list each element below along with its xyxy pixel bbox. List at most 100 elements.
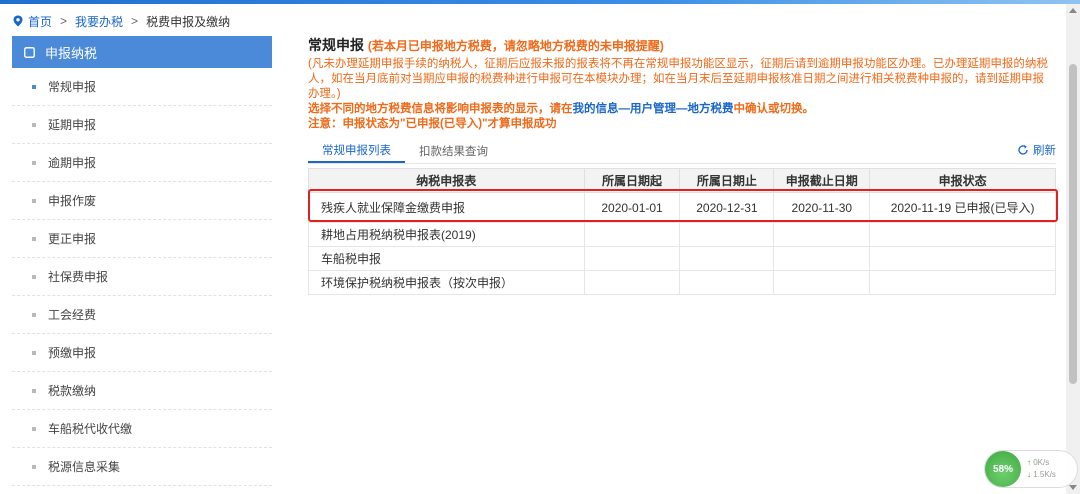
bullet-icon bbox=[32, 122, 36, 127]
breadcrumb-current: 税费申报及缴纳 bbox=[146, 14, 231, 29]
sidebar-item-label: 税源信息采集 bbox=[48, 460, 121, 474]
tab-deduction-result-query[interactable]: 扣款结果查询 bbox=[405, 139, 502, 163]
table-row[interactable]: 耕地占用税纳税申报表(2019) bbox=[308, 222, 1056, 247]
memory-usage-ball: 58% bbox=[985, 451, 1021, 487]
bullet-icon bbox=[32, 350, 36, 355]
filing-status-note: 注意：申报状态为"已申报(已导入)"才算申报成功 bbox=[308, 118, 557, 130]
upload-speed: 0K/s bbox=[1033, 458, 1050, 467]
sidebar-item-label: 税款缴纳 bbox=[48, 384, 97, 398]
sidebar-item-label: 预缴申报 bbox=[48, 346, 97, 360]
sidebar-item-label: 社保费申报 bbox=[48, 270, 109, 284]
sidebar-item-label: 逾期申报 bbox=[48, 156, 97, 170]
form-name-cell[interactable]: 残疾人就业保障金缴费申报 bbox=[308, 192, 585, 223]
breadcrumb-separator: > bbox=[131, 14, 139, 28]
tab-regular-filing-list[interactable]: 常规申报列表 bbox=[308, 139, 405, 163]
sidebar-header[interactable]: 申报纳税 bbox=[12, 36, 272, 68]
scrollbar-thumb[interactable] bbox=[1069, 64, 1077, 384]
scroll-up-icon[interactable] bbox=[1069, 8, 1077, 13]
deadline-cell bbox=[773, 246, 871, 271]
main-content: 常规申报 (若本月已申报地方税费，请忽略地方税费的未申报提醒) (凡未办理延期申… bbox=[308, 36, 1056, 295]
sidebar-item-label: 延期申报 bbox=[48, 118, 97, 132]
warning-text: 中确认或切换。 bbox=[733, 103, 815, 115]
sidebar-item-label: 申报作废 bbox=[48, 194, 97, 208]
table-header-row: 纳税申报表 所属日期起 所属日期止 申报截止日期 申报状态 bbox=[308, 168, 1056, 193]
column-header: 所属日期止 bbox=[679, 168, 775, 193]
period-end-cell: 2020-12-31 bbox=[679, 192, 775, 223]
table-row[interactable]: 车船税申报 bbox=[308, 246, 1056, 271]
period-start-cell bbox=[583, 222, 681, 247]
bullet-icon bbox=[32, 198, 36, 203]
status-cell: 2020-11-19 已申报(已导入) bbox=[869, 192, 1056, 223]
sidebar-item-social-insurance[interactable]: 社保费申报 bbox=[12, 258, 272, 296]
status-cell bbox=[869, 246, 1056, 271]
bullet-icon bbox=[32, 312, 36, 317]
sidebar-item-label: 更正申报 bbox=[48, 232, 97, 246]
location-pin-icon bbox=[13, 15, 23, 27]
tab-bar: 常规申报列表 扣款结果查询 刷新 bbox=[308, 138, 1056, 164]
bullet-icon bbox=[32, 464, 36, 469]
sidebar-item-union-fee[interactable]: 工会经费 bbox=[12, 296, 272, 334]
refresh-icon bbox=[1018, 145, 1028, 155]
deadline-cell bbox=[773, 270, 871, 295]
vertical-scrollbar[interactable] bbox=[1066, 4, 1080, 494]
refresh-button[interactable]: 刷新 bbox=[1017, 142, 1056, 158]
sidebar-item-tax-payment[interactable]: 税款缴纳 bbox=[12, 372, 272, 410]
scroll-down-icon[interactable] bbox=[1069, 485, 1077, 490]
column-header: 申报截止日期 bbox=[773, 168, 871, 193]
column-header: 所属日期起 bbox=[583, 168, 681, 193]
breadcrumb: 首页 > 我要办税 > 税费申报及缴纳 bbox=[12, 12, 230, 30]
status-cell bbox=[869, 222, 1056, 247]
network-speed-widget[interactable]: 58% ↑ 0K/s ↓ 1.5K/s bbox=[984, 450, 1078, 488]
period-start-cell bbox=[583, 246, 681, 271]
bullet-icon bbox=[32, 84, 36, 89]
period-start-cell bbox=[583, 270, 681, 295]
user-management-link[interactable]: 我的信息—用户管理—地方税费 bbox=[573, 103, 734, 115]
sidebar-item-void-filing[interactable]: 申报作废 bbox=[12, 182, 272, 220]
table-row[interactable]: 残疾人就业保障金缴费申报 2020-01-01 2020-12-31 2020-… bbox=[308, 192, 1056, 223]
page-title-text: 常规申报 bbox=[308, 37, 364, 53]
deadline-cell: 2020-11-30 bbox=[773, 192, 871, 223]
sidebar-item-label: 常规申报 bbox=[48, 80, 97, 94]
bullet-icon bbox=[32, 388, 36, 393]
local-tax-warning: 选择不同的地方税费信息将影响申报表的显示，请在我的信息—用户管理—地方税费中确认… bbox=[308, 102, 1056, 117]
download-speed: 1.5K/s bbox=[1033, 470, 1056, 479]
sidebar-item-label: 工会经费 bbox=[48, 308, 97, 322]
sidebar-item-regular-filing[interactable]: 常规申报 bbox=[12, 68, 272, 106]
sidebar-item-correct-filing[interactable]: 更正申报 bbox=[12, 220, 272, 258]
sidebar-item-extended-filing[interactable]: 延期申报 bbox=[12, 106, 272, 144]
column-header: 申报状态 bbox=[869, 168, 1056, 193]
upload-arrow-icon: ↑ bbox=[1027, 458, 1031, 467]
breadcrumb-tax-link[interactable]: 我要办税 bbox=[75, 13, 123, 30]
filing-table: 纳税申报表 所属日期起 所属日期止 申报截止日期 申报状态 残疾人就业保障金缴费… bbox=[308, 168, 1056, 295]
breadcrumb-home-link[interactable]: 首页 bbox=[28, 13, 52, 30]
download-arrow-icon: ↓ bbox=[1027, 470, 1031, 479]
warning-text: 选择不同的地方税费信息将影响申报表的显示，请在 bbox=[308, 103, 573, 115]
sidebar-item-tax-source[interactable]: 税源信息采集 bbox=[12, 448, 272, 486]
deadline-cell bbox=[773, 222, 871, 247]
bullet-icon bbox=[32, 274, 36, 279]
period-end-cell bbox=[679, 246, 775, 271]
page-title: 常规申报 (若本月已申报地方税费，请忽略地方税费的未申报提醒) bbox=[308, 36, 1056, 55]
sidebar-header-label: 申报纳税 bbox=[45, 45, 98, 61]
sidebar-item-vehicle-tax[interactable]: 车船税代收代缴 bbox=[12, 410, 272, 448]
column-header: 纳税申报表 bbox=[308, 168, 585, 193]
network-stats: ↑ 0K/s ↓ 1.5K/s bbox=[1027, 457, 1056, 481]
sidebar-item-prepayment[interactable]: 预缴申报 bbox=[12, 334, 272, 372]
period-end-cell bbox=[679, 270, 775, 295]
form-name-cell[interactable]: 车船税申报 bbox=[308, 246, 585, 271]
table-row[interactable]: 环境保护税纳税申报表（按次申报） bbox=[308, 270, 1056, 295]
bullet-icon bbox=[32, 236, 36, 241]
sidebar-item-overdue-filing[interactable]: 逾期申报 bbox=[12, 144, 272, 182]
sidebar-item-label: 车船税代收代缴 bbox=[48, 422, 133, 436]
top-accent-bar bbox=[0, 0, 1080, 4]
period-end-cell bbox=[679, 222, 775, 247]
breadcrumb-separator: > bbox=[60, 14, 68, 28]
period-start-cell: 2020-01-01 bbox=[583, 192, 681, 223]
notice-text: (凡未办理延期申报手续的纳税人，征期后应报未报的报表将不再在常规申报功能区显示，… bbox=[308, 58, 1048, 100]
form-name-cell[interactable]: 耕地占用税纳税申报表(2019) bbox=[308, 222, 585, 247]
bullet-icon bbox=[32, 426, 36, 431]
sidebar: 申报纳税 常规申报 延期申报 逾期申报 申报作废 更正申报 社保费申报 工会经费… bbox=[12, 36, 272, 494]
form-name-cell[interactable]: 环境保护税纳税申报表（按次申报） bbox=[308, 270, 585, 295]
status-cell bbox=[869, 270, 1056, 295]
square-icon bbox=[24, 46, 35, 58]
